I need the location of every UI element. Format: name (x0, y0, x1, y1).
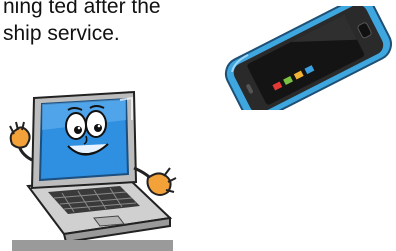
smartphone-icon (220, 6, 396, 110)
laptop-cartoon-icon (8, 90, 180, 251)
bottom-bar (12, 240, 173, 251)
slide-canvas: ning ted after the ship service. (0, 0, 396, 251)
caption-text: ning ted after the ship service. (3, 0, 203, 47)
caption-line-1: ning ted after the (3, 0, 161, 18)
caption-line-2: ship service. (3, 22, 120, 45)
